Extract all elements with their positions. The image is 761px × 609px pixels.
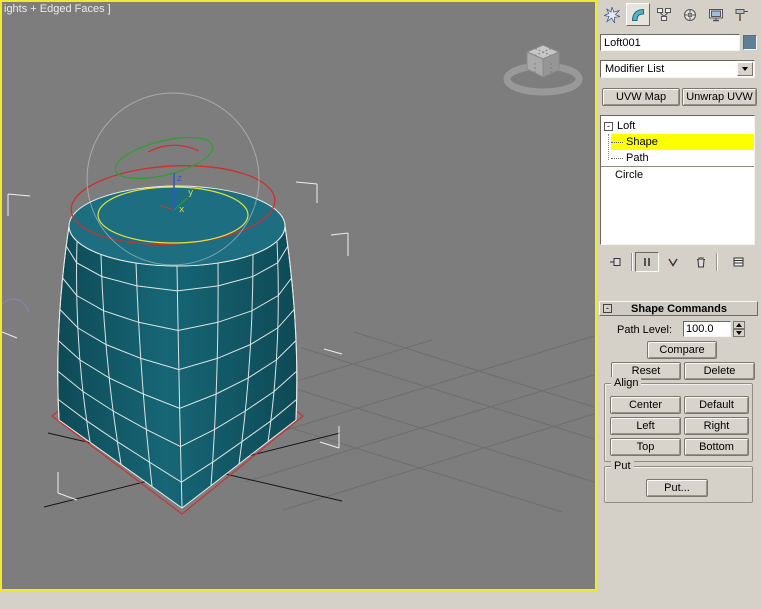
configure-modifier-sets-button[interactable] — [727, 252, 751, 272]
command-panel: Modifier List UVW Map Unwrap UVW - Loft … — [597, 0, 761, 609]
expand-collapse-box[interactable]: - — [604, 121, 613, 131]
axis-z-label: z — [177, 174, 182, 184]
path-curve-fragment — [1, 298, 30, 313]
align-left-button[interactable]: Left — [610, 417, 681, 435]
align-right-button[interactable]: Right — [684, 417, 749, 435]
tab-create[interactable] — [600, 3, 624, 26]
stack-toolbar — [600, 249, 755, 275]
stack-item-label: Path — [626, 152, 649, 164]
shape-circle-red-arc — [147, 144, 200, 153]
spinner-up-button[interactable] — [733, 321, 745, 329]
stack-item-label: Shape — [626, 136, 658, 148]
stack-item-circle[interactable]: Circle — [601, 166, 754, 182]
unwrap-uvw-button[interactable]: Unwrap UVW — [682, 88, 757, 106]
stack-item-shape[interactable]: Shape — [601, 134, 754, 150]
tab-hierarchy[interactable] — [652, 3, 676, 26]
command-panel-tabs — [600, 3, 754, 26]
axis-y-label: y — [188, 188, 194, 198]
object-name-field[interactable] — [600, 34, 740, 51]
stack-item-label: Loft — [617, 120, 636, 132]
path-level-label: Path Level: — [617, 324, 673, 336]
modify-bend-icon — [631, 8, 644, 21]
remove-modifier-button[interactable] — [689, 252, 713, 272]
tree-dots-icon — [611, 141, 623, 143]
create-starburst-icon — [604, 6, 620, 23]
tab-display[interactable] — [704, 3, 728, 26]
stack-item-label: Circle — [615, 168, 644, 181]
pin-stack-button[interactable] — [604, 252, 628, 272]
status-strip — [0, 591, 597, 609]
rollout-collapse-icon[interactable]: - — [603, 304, 612, 313]
put-group-label: Put — [611, 460, 634, 472]
compare-button[interactable]: Compare — [647, 341, 717, 359]
view-gizmo-icon[interactable] — [503, 44, 583, 96]
align-group-label: Align — [611, 377, 642, 389]
dropdown-arrow-icon[interactable] — [737, 62, 753, 76]
modifier-list-value: Modifier List — [605, 63, 665, 75]
axis-x-label: x — [179, 205, 185, 215]
toolbar-separator — [631, 253, 632, 271]
path-level-input[interactable] — [683, 321, 731, 337]
tab-utilities[interactable] — [730, 3, 754, 26]
make-unique-icon — [668, 258, 678, 267]
align-group: Align Center Default Left Right Top Bott… — [604, 377, 753, 462]
spinner-down-button[interactable] — [733, 329, 745, 337]
3dsmax-window: z y x ights + Edged Faces ] Loft001 Modi… — [0, 0, 761, 609]
align-default-button[interactable]: Default — [684, 396, 749, 414]
uvw-map-button[interactable]: UVW Map — [602, 88, 680, 106]
toolbar-separator — [716, 253, 717, 271]
shape-circle-green[interactable] — [111, 129, 216, 186]
hierarchy-icon — [657, 7, 671, 21]
remove-modifier-trash-icon — [697, 257, 705, 268]
pin-stack-icon — [610, 258, 621, 266]
tree-dots-icon — [611, 157, 623, 159]
motion-wheel-icon — [684, 8, 696, 21]
perspective-viewport[interactable]: z y x ights + Edged Faces ] — [0, 0, 597, 591]
align-top-button[interactable]: Top — [610, 438, 681, 456]
stack-item-loft[interactable]: - Loft — [601, 118, 754, 134]
align-center-button[interactable]: Center — [610, 396, 681, 414]
viewport-shading-label: ights + Edged Faces ] — [4, 3, 111, 15]
tab-motion[interactable] — [678, 3, 702, 26]
make-unique-button[interactable] — [662, 252, 686, 272]
utilities-hammer-icon — [735, 8, 748, 21]
configure-modifier-sets-icon — [733, 257, 744, 267]
delete-button[interactable]: Delete — [684, 362, 755, 380]
object-color-swatch[interactable] — [743, 35, 757, 50]
show-end-result-icon — [644, 258, 650, 266]
rollout-header-shape-commands[interactable]: - Shape Commands — [599, 301, 758, 316]
display-monitor-icon — [709, 8, 723, 21]
viewport-scene: z y x — [1, 44, 595, 515]
align-bottom-button[interactable]: Bottom — [684, 438, 749, 456]
put-group: Put Put... — [604, 460, 753, 503]
modifier-list-dropdown[interactable]: Modifier List — [600, 60, 755, 78]
stack-item-path[interactable]: Path — [601, 150, 754, 166]
tab-modify[interactable] — [626, 3, 650, 26]
modifier-stack-list[interactable]: - Loft Shape Path Circle — [600, 115, 755, 245]
put-button[interactable]: Put... — [646, 479, 708, 497]
show-end-result-button[interactable] — [635, 252, 659, 272]
rollout-title: Shape Commands — [631, 302, 727, 315]
